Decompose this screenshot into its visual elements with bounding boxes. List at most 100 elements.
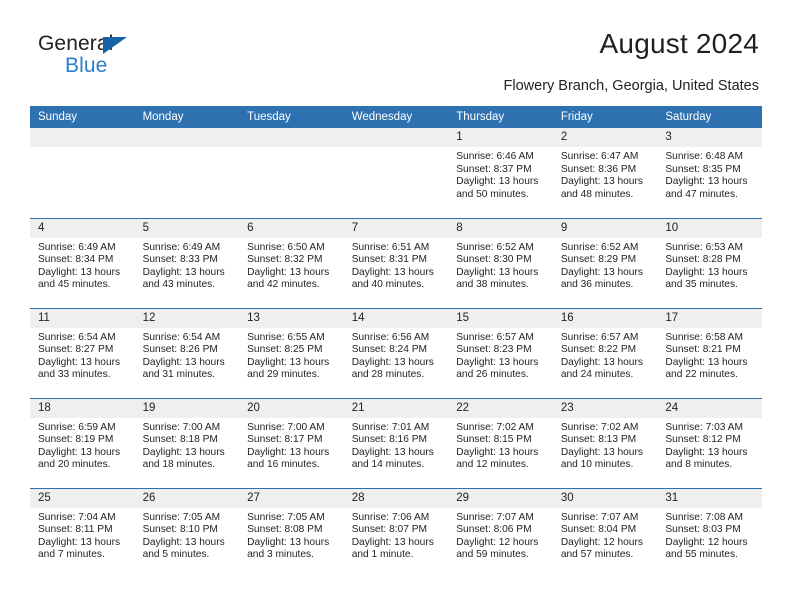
calendar-empty-cell (343, 128, 449, 218)
day-sun-info: Sunrise: 7:02 AM Sunset: 8:13 PM Daylight:… (553, 418, 658, 472)
sunset-text: Sunset: 8:15 PM (456, 434, 532, 446)
sunrise-text: Sunrise: 6:56 AM (351, 331, 430, 343)
calendar-day-cell[interactable]: 18 Sunrise: 6:59 AM Sunset: 8:19 PM Dayligh… (30, 397, 135, 488)
sunrise-text: Sunrise: 6:48 AM (665, 151, 743, 162)
daylight-text-line1: Daylight: 13 hours (560, 176, 643, 188)
calendar-day-cell[interactable]: 3 Sunrise: 6:48 AM Sunset: 8:35 PM Daylight… (657, 128, 762, 218)
calendar-day-cell[interactable]: 31 Sunrise: 7:08 AM Sunset: 8:03 PM Dayligh… (657, 487, 762, 578)
sunrise-text: Sunrise: 6:55 AM (247, 331, 325, 343)
daylight-text-line2: and 57 minutes. (560, 549, 634, 561)
daylight-text-line1: Daylight: 13 hours (142, 536, 225, 548)
calendar-day-cell[interactable]: 23 Sunrise: 7:02 AM Sunset: 8:13 PM Dayligh… (552, 397, 658, 488)
sunrise-text: Sunrise: 6:49 AM (38, 241, 116, 253)
calendar-week-row: 4 Sunrise: 6:49 AM Sunset: 8:34 PM Daylight… (30, 217, 762, 308)
sunset-text: Sunset: 8:30 PM (456, 254, 532, 266)
calendar-day-cell[interactable]: 26 Sunrise: 7:05 AM Sunset: 8:10 PM Dayligh… (134, 487, 240, 578)
day-sun-info: Sunrise: 7:07 AM Sunset: 8:04 PM Daylight:… (553, 508, 658, 562)
day-sun-info: Sunrise: 7:00 AM Sunset: 8:17 PM Daylight:… (239, 418, 344, 472)
calendar-day-cell[interactable]: 12 Sunrise: 6:54 AM Sunset: 8:26 PM Dayligh… (134, 307, 240, 398)
daylight-text-line2: and 20 minutes. (38, 459, 111, 471)
daylight-text-line1: Daylight: 12 hours (456, 536, 539, 548)
calendar-day-cell[interactable]: 4 Sunrise: 6:49 AM Sunset: 8:34 PM Daylight… (30, 217, 135, 308)
calendar-body: 1 Sunrise: 6:46 AM Sunset: 8:37 PM Daylight… (30, 128, 762, 578)
sunrise-text: Sunrise: 7:02 AM (456, 421, 534, 433)
daylight-text-line1: Daylight: 13 hours (351, 266, 434, 278)
weekday-header-wednesday: Wednesday (343, 106, 449, 128)
calendar-day-cell[interactable]: 2 Sunrise: 6:47 AM Sunset: 8:36 PM Daylight… (552, 128, 658, 218)
calendar-table: Sunday Monday Tuesday Wednesday Thursday… (30, 106, 762, 578)
day-sun-info: Sunrise: 6:52 AM Sunset: 8:29 PM Daylight:… (553, 238, 658, 292)
calendar-day-cell[interactable]: 11 Sunrise: 6:54 AM Sunset: 8:27 PM Dayligh… (30, 307, 135, 398)
calendar-day-cell[interactable]: 17 Sunrise: 6:58 AM Sunset: 8:21 PM Dayligh… (657, 307, 762, 398)
day-number (343, 128, 449, 147)
calendar-day-cell[interactable]: 8 Sunrise: 6:52 AM Sunset: 8:30 PM Daylight… (448, 217, 553, 308)
day-sun-info: Sunrise: 6:53 AM Sunset: 8:28 PM Daylight:… (657, 238, 762, 292)
brand-name-blue: Blue (65, 54, 108, 77)
calendar-day-cell[interactable]: 15 Sunrise: 6:57 AM Sunset: 8:23 PM Dayligh… (448, 307, 553, 398)
daylight-text-line1: Daylight: 13 hours (247, 266, 330, 278)
sunset-text: Sunset: 8:07 PM (351, 524, 428, 536)
calendar-day-cell[interactable]: 13 Sunrise: 6:55 AM Sunset: 8:25 PM Dayligh… (239, 307, 344, 398)
calendar-day-cell[interactable]: 10 Sunrise: 6:53 AM Sunset: 8:28 PM Dayligh… (657, 217, 762, 308)
day-sun-info: Sunrise: 7:01 AM Sunset: 8:16 PM Daylight:… (344, 418, 449, 472)
calendar-day-cell[interactable]: 22 Sunrise: 7:02 AM Sunset: 8:15 PM Dayligh… (448, 397, 553, 488)
brand-logo[interactable]: General Blue (38, 32, 238, 84)
calendar-day-cell[interactable]: 27 Sunrise: 7:05 AM Sunset: 8:08 PM Dayligh… (239, 487, 344, 578)
daylight-text-line1: Daylight: 13 hours (38, 266, 121, 278)
sunrise-text: Sunrise: 7:02 AM (560, 421, 639, 433)
calendar-day-cell[interactable]: 6 Sunrise: 6:50 AM Sunset: 8:32 PM Daylight… (239, 217, 344, 308)
daylight-text-line1: Daylight: 13 hours (560, 356, 643, 368)
sunset-text: Sunset: 8:26 PM (142, 344, 218, 356)
calendar-day-cell[interactable]: 30 Sunrise: 7:07 AM Sunset: 8:04 PM Dayligh… (552, 487, 658, 578)
calendar-day-cell[interactable]: 9 Sunrise: 6:52 AM Sunset: 8:29 PM Daylight… (552, 217, 658, 308)
calendar-week-row: 25 Sunrise: 7:04 AM Sunset: 8:11 PM Dayligh… (30, 487, 762, 578)
weekday-header-saturday: Saturday (657, 106, 762, 128)
calendar-day-cell[interactable]: 29 Sunrise: 7:07 AM Sunset: 8:06 PM Dayligh… (448, 487, 553, 578)
sunrise-text: Sunrise: 6:49 AM (142, 241, 221, 253)
daylight-text-line2: and 24 minutes. (560, 369, 634, 381)
sunrise-text: Sunrise: 6:59 AM (38, 421, 116, 433)
page-header: General Blue August 2024 Flowery Branch,… (0, 0, 792, 94)
weekday-header-thursday: Thursday (448, 106, 553, 128)
sunset-text: Sunset: 8:12 PM (665, 434, 741, 446)
sunset-text: Sunset: 8:19 PM (38, 434, 114, 446)
sunset-text: Sunset: 8:22 PM (560, 344, 637, 356)
sunrise-text: Sunrise: 6:52 AM (456, 241, 534, 253)
calendar-day-cell[interactable]: 21 Sunrise: 7:01 AM Sunset: 8:16 PM Dayligh… (343, 397, 449, 488)
daylight-text-line2: and 8 minutes. (665, 459, 733, 471)
daylight-text-line2: and 29 minutes. (247, 369, 320, 381)
daylight-text-line2: and 26 minutes. (456, 369, 529, 381)
day-number: 28 (343, 488, 449, 508)
sunrise-text: Sunrise: 7:04 AM (38, 511, 116, 523)
sunset-text: Sunset: 8:16 PM (351, 434, 428, 446)
day-number: 14 (343, 308, 449, 328)
calendar-empty-cell (239, 128, 344, 218)
daylight-text-line1: Daylight: 13 hours (142, 356, 225, 368)
day-number: 29 (448, 488, 553, 508)
sunrise-text: Sunrise: 7:05 AM (247, 511, 325, 523)
day-sun-info: Sunrise: 6:54 AM Sunset: 8:26 PM Daylight:… (135, 328, 240, 382)
day-number: 9 (552, 218, 658, 238)
calendar-day-cell[interactable]: 24 Sunrise: 7:03 AM Sunset: 8:12 PM Dayligh… (657, 397, 762, 488)
daylight-text-line2: and 3 minutes. (247, 549, 314, 561)
daylight-text-line1: Daylight: 13 hours (456, 446, 539, 458)
day-number: 13 (239, 308, 344, 328)
daylight-text-line1: Daylight: 13 hours (665, 176, 748, 188)
day-number: 16 (552, 308, 658, 328)
calendar-day-cell[interactable]: 5 Sunrise: 6:49 AM Sunset: 8:33 PM Daylight… (134, 217, 240, 308)
calendar-day-cell[interactable]: 1 Sunrise: 6:46 AM Sunset: 8:37 PM Daylight… (448, 128, 553, 218)
calendar-day-cell[interactable]: 20 Sunrise: 7:00 AM Sunset: 8:17 PM Dayligh… (239, 397, 344, 488)
calendar-day-cell[interactable]: 14 Sunrise: 6:56 AM Sunset: 8:24 PM Dayligh… (343, 307, 449, 398)
sunset-text: Sunset: 8:33 PM (142, 254, 218, 266)
calendar-day-cell[interactable]: 7 Sunrise: 6:51 AM Sunset: 8:31 PM Daylight… (343, 217, 449, 308)
weekday-header-friday: Friday (552, 106, 658, 128)
calendar-day-cell[interactable]: 19 Sunrise: 7:00 AM Sunset: 8:18 PM Dayligh… (134, 397, 240, 488)
calendar-day-cell[interactable]: 28 Sunrise: 7:06 AM Sunset: 8:07 PM Dayligh… (343, 487, 449, 578)
sunrise-text: Sunrise: 6:57 AM (456, 331, 534, 343)
day-sun-info: Sunrise: 6:57 AM Sunset: 8:22 PM Daylight:… (553, 328, 658, 382)
daylight-text-line1: Daylight: 13 hours (38, 446, 121, 458)
calendar-day-cell[interactable]: 25 Sunrise: 7:04 AM Sunset: 8:11 PM Dayligh… (30, 487, 135, 578)
day-number: 18 (30, 398, 135, 418)
daylight-text-line2: and 47 minutes. (665, 188, 738, 200)
calendar-day-cell[interactable]: 16 Sunrise: 6:57 AM Sunset: 8:22 PM Dayligh… (552, 307, 658, 398)
